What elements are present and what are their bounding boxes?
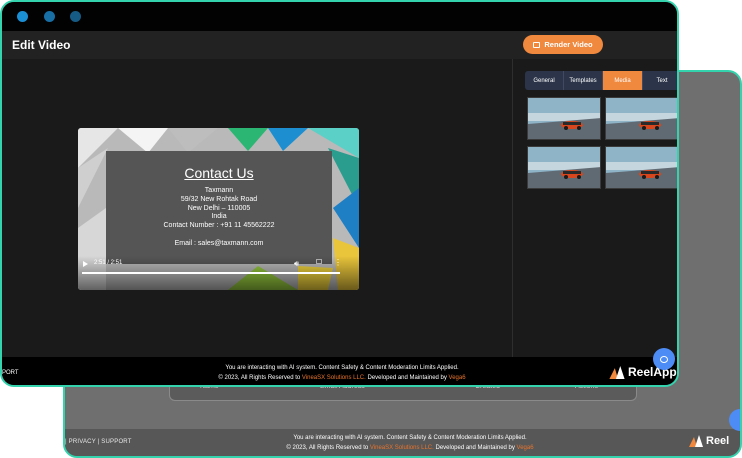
car-image — [606, 147, 677, 188]
media-thumbnail[interactable] — [605, 146, 677, 189]
reelapp-logo-icon — [609, 365, 625, 379]
media-thumbnail[interactable] — [605, 97, 677, 140]
slide-line: 59/32 New Rohtak Road — [180, 195, 258, 203]
panel-divider — [512, 59, 513, 357]
slide-line: New Delhi – 110005 — [187, 204, 251, 212]
slide-line: India — [211, 213, 227, 221]
slide-line: Email : sales@taxmann.com — [174, 239, 264, 247]
copyright: © 2023, All Rights Reserved to VineaSX S… — [152, 373, 532, 383]
tab-general[interactable]: General — [525, 71, 564, 90]
editor-window: Edit Video Render Video Contact Us Taxma… — [0, 0, 679, 387]
tab-text[interactable]: Text — [643, 71, 677, 90]
footer-notice: You are interacting with AI system. Cont… — [220, 433, 600, 453]
page-title: Edit Video — [12, 38, 71, 52]
volume-icon[interactable]: 🔊︎ — [294, 259, 299, 269]
editor-tabs: General Templates Media Text — [525, 71, 677, 90]
copyright-mid: Developed and Maintained by — [433, 445, 517, 451]
video-time: 2:51 / 2:51 — [94, 260, 123, 266]
media-thumbnail[interactable] — [527, 97, 601, 140]
chat-bubble-icon — [660, 355, 668, 363]
tab-templates[interactable]: Templates — [564, 71, 603, 90]
logo-text: Reel — [706, 435, 730, 447]
ai-notice: You are interacting with AI system. Cont… — [225, 365, 459, 371]
film-icon — [533, 41, 541, 48]
slide-line: Contact Number : +91 11 45562222 — [163, 222, 275, 230]
contact-slide: Contact Us Taxmann 59/32 New Rohtak Road… — [106, 151, 332, 264]
render-video-label: Render Video — [544, 40, 593, 49]
chat-icon[interactable] — [729, 409, 740, 431]
footer-links[interactable]: PORT — [2, 370, 19, 376]
copyright: © 2023, All Rights Reserved to VineaSX S… — [220, 443, 600, 453]
copyright-prefix: © 2023, All Rights Reserved to — [218, 375, 302, 381]
reelapp-logo-icon — [689, 435, 703, 447]
slide-spacer — [106, 231, 332, 240]
chat-button[interactable] — [653, 348, 675, 370]
tab-media[interactable]: Media — [603, 71, 643, 90]
media-thumbnail[interactable] — [527, 146, 601, 189]
copyright-prefix: © 2023, All Rights Reserved to — [286, 445, 370, 451]
play-icon[interactable] — [83, 261, 88, 267]
back-footer: | PRIVACY | SUPPORT You are interacting … — [65, 409, 740, 456]
company-link[interactable]: VineaSX Solutions LLC. — [370, 445, 434, 451]
video-player[interactable]: Contact Us Taxmann 59/32 New Rohtak Road… — [78, 128, 359, 290]
car-image — [528, 98, 600, 139]
company-link[interactable]: VineaSX Solutions LLC. — [302, 375, 366, 381]
developer-link[interactable]: Vega6 — [449, 375, 466, 381]
window-maximize-dot[interactable] — [70, 11, 81, 22]
footer-notice: You are interacting with AI system. Cont… — [152, 363, 532, 383]
footer-links[interactable]: | PRIVACY | SUPPORT — [65, 439, 132, 445]
video-progress-bar[interactable] — [82, 272, 340, 274]
ai-notice: You are interacting with AI system. Cont… — [293, 435, 527, 441]
fullscreen-icon[interactable] — [316, 259, 322, 264]
developer-link[interactable]: Vega6 — [517, 445, 534, 451]
slide-body: Taxmann 59/32 New Rohtak Road New Delhi … — [106, 187, 332, 249]
window-titlebar — [2, 2, 677, 31]
editor-header: Edit Video Render Video — [2, 31, 677, 59]
car-image — [606, 98, 677, 139]
editor-footer: PORT You are interacting with AI system.… — [2, 348, 677, 385]
slide-line: Taxmann — [204, 187, 234, 194]
car-image — [528, 147, 600, 188]
reelapp-logo: Reel — [689, 435, 729, 447]
window-close-dot[interactable] — [17, 11, 28, 22]
copyright-mid: Developed and Maintained by — [365, 375, 449, 381]
render-video-button[interactable]: Render Video — [523, 35, 603, 54]
more-options-icon[interactable]: ⋮ — [334, 258, 342, 267]
slide-heading: Contact Us — [184, 165, 254, 181]
window-minimize-dot[interactable] — [44, 11, 55, 22]
video-controls: 2:51 / 2:51 🔊︎ ⋮ — [78, 256, 359, 290]
